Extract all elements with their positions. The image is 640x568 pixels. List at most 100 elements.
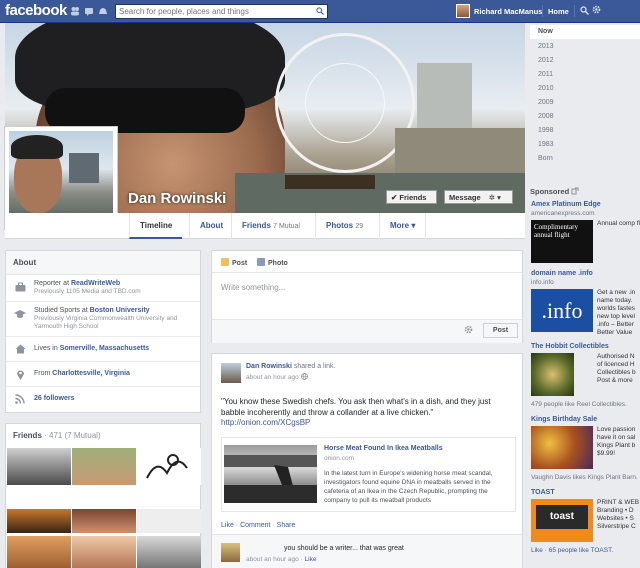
comment-meta: about an hour ago · Like: [246, 556, 317, 563]
tab-friends[interactable]: Friends 7 Mutual: [231, 213, 310, 239]
story-timestamp[interactable]: about an hour ago: [246, 373, 308, 381]
tab-more[interactable]: More ▾: [379, 213, 427, 239]
year-item[interactable]: 2013: [538, 43, 554, 50]
about-hometown[interactable]: From Charlottesville, Virginia: [6, 362, 200, 387]
london-eye-inner: [305, 63, 385, 143]
link-description: In the latest turn in Europe's widening …: [324, 470, 493, 504]
briefcase-icon: [14, 282, 26, 294]
ad-image[interactable]: [531, 353, 574, 396]
year-item[interactable]: 2008: [538, 113, 554, 120]
house-icon: [14, 344, 26, 356]
composer-footer: [212, 319, 522, 343]
composer-textarea[interactable]: Write something...: [221, 283, 285, 292]
about-education[interactable]: Studied Sports at Boston University Prev…: [6, 302, 200, 337]
messages-icon[interactable]: [84, 6, 94, 16]
friend-thumbnail[interactable]: [137, 448, 201, 485]
ad-social-context: Vaughn Davis likes Kings Plant Barn.: [531, 474, 638, 481]
story-header: Dan Rowinski shared a link.: [246, 363, 336, 370]
year-item[interactable]: 2012: [538, 57, 554, 64]
about-lives-in[interactable]: Lives in Somerville, Massachusetts: [6, 337, 200, 362]
message-button[interactable]: Message ✲ ▾: [444, 190, 513, 204]
search-icon[interactable]: [316, 7, 324, 15]
ad-like-link[interactable]: Like · 65 people like TOAST.: [531, 547, 613, 554]
tab-photos[interactable]: Photos 29: [315, 213, 373, 239]
ad-domain: americanexpress.com: [531, 210, 595, 217]
year-item[interactable]: 2009: [538, 99, 554, 106]
story-message: "You know these Swedish chefs. You ask t…: [221, 397, 491, 417]
ad-image[interactable]: .info: [531, 289, 593, 332]
tab-about[interactable]: About: [189, 213, 233, 239]
composer-settings-icon[interactable]: [464, 325, 473, 336]
friend-requests-icon[interactable]: [70, 6, 80, 16]
ad-title[interactable]: Kings Birthday Sale: [531, 416, 597, 423]
ad-social-context: 479 people like Reel Collectibles.: [531, 401, 627, 408]
friend-thumbnail[interactable]: [7, 509, 71, 533]
notifications-icon[interactable]: [98, 6, 108, 16]
link-attachment[interactable]: Horse Meat Found In Ikea Meatballs onion…: [221, 437, 516, 512]
search-input[interactable]: [116, 5, 312, 18]
like-link[interactable]: Like: [221, 522, 234, 529]
commenter-avatar[interactable]: [221, 543, 240, 562]
composer-post-tab[interactable]: Post: [221, 258, 247, 267]
friend-thumbnail[interactable]: [7, 448, 71, 485]
user-avatar[interactable]: [456, 4, 470, 18]
ad-domain: info.info: [531, 279, 554, 286]
location-pin-icon: [14, 369, 26, 381]
ad-body: Love passion have it on sal Kings Plant …: [597, 426, 636, 457]
search-bar[interactable]: [115, 4, 328, 19]
friends-button[interactable]: ✔ Friends: [386, 190, 437, 204]
link-title[interactable]: Horse Meat Found In Ikea Meatballs: [324, 445, 443, 452]
post-button[interactable]: Post: [483, 323, 518, 338]
about-followers[interactable]: 26 followers: [6, 387, 200, 412]
year-item[interactable]: Born: [538, 155, 553, 162]
cover-boat: [285, 175, 375, 189]
friends-card-title[interactable]: Friends · 471 (7 Mutual): [6, 424, 200, 444]
ad-title[interactable]: The Hobbit Collectibles: [531, 343, 609, 350]
story-url-link[interactable]: http://onion.com/XCgsBP: [221, 418, 310, 427]
home-link[interactable]: Home: [548, 7, 569, 16]
ad-image[interactable]: Complimentary annual flight: [531, 220, 593, 263]
friend-thumbnail[interactable]: [7, 536, 71, 568]
about-work[interactable]: Reporter at ReadWriteWeb Previously 1105…: [6, 275, 200, 302]
composer: Post Photo Write something... Post: [211, 250, 523, 343]
friend-thumbnail[interactable]: [72, 448, 136, 485]
year-item[interactable]: 2010: [538, 85, 554, 92]
settings-dropdown-icon[interactable]: ✲ ▾: [489, 193, 501, 202]
tab-timeline[interactable]: Timeline: [129, 213, 183, 239]
privacy-shortcuts-icon[interactable]: [580, 5, 589, 17]
sponsored-header[interactable]: Sponsored: [530, 187, 579, 196]
year-now[interactable]: Now: [538, 28, 553, 35]
user-name-link[interactable]: Richard MacManus: [474, 7, 542, 16]
friend-thumbnail[interactable]: [137, 536, 201, 568]
ad-title[interactable]: domain name .info: [531, 270, 593, 277]
story-author-link[interactable]: Dan Rowinski: [246, 363, 292, 370]
comment-like-link[interactable]: Like: [305, 556, 317, 563]
year-item[interactable]: 1983: [538, 141, 554, 148]
friend-thumbnail[interactable]: [72, 509, 136, 533]
friend-thumbnail[interactable]: [137, 509, 201, 533]
ad-title[interactable]: Amex Platinum Edge: [531, 201, 601, 208]
story-actions: Like · Comment · Share: [221, 522, 296, 529]
about-card-title[interactable]: About: [6, 251, 200, 275]
about-card: About Reporter at ReadWriteWeb Previousl…: [5, 250, 201, 413]
audience-globe-icon[interactable]: [300, 373, 308, 381]
ad-title[interactable]: TOAST: [531, 489, 555, 496]
profile-name[interactable]: Dan Rowinski: [128, 190, 226, 207]
facebook-logo[interactable]: facebook: [5, 2, 67, 19]
composer-photo-tab[interactable]: Photo: [257, 258, 288, 267]
friends-card: Friends · 471 (7 Mutual): [5, 423, 201, 568]
comment-link[interactable]: Comment: [240, 522, 270, 529]
create-ad-icon[interactable]: [571, 187, 579, 196]
settings-gear-icon[interactable]: [592, 5, 601, 16]
comment-area: you should be a writer... that was great…: [212, 534, 522, 568]
ad-image[interactable]: toast: [531, 499, 593, 542]
share-link[interactable]: Share: [277, 522, 296, 529]
story-author-avatar[interactable]: [221, 363, 241, 383]
friend-thumbnail[interactable]: [72, 536, 136, 568]
comment-text: you should be a writer... that was great: [284, 545, 404, 552]
year-item[interactable]: 2011: [538, 71, 553, 78]
year-item[interactable]: 1998: [538, 127, 554, 134]
ad-image[interactable]: [531, 426, 593, 469]
nav-divider: [574, 5, 575, 17]
ad-body: Annual comp flight plus tr insurance an …: [597, 220, 640, 227]
